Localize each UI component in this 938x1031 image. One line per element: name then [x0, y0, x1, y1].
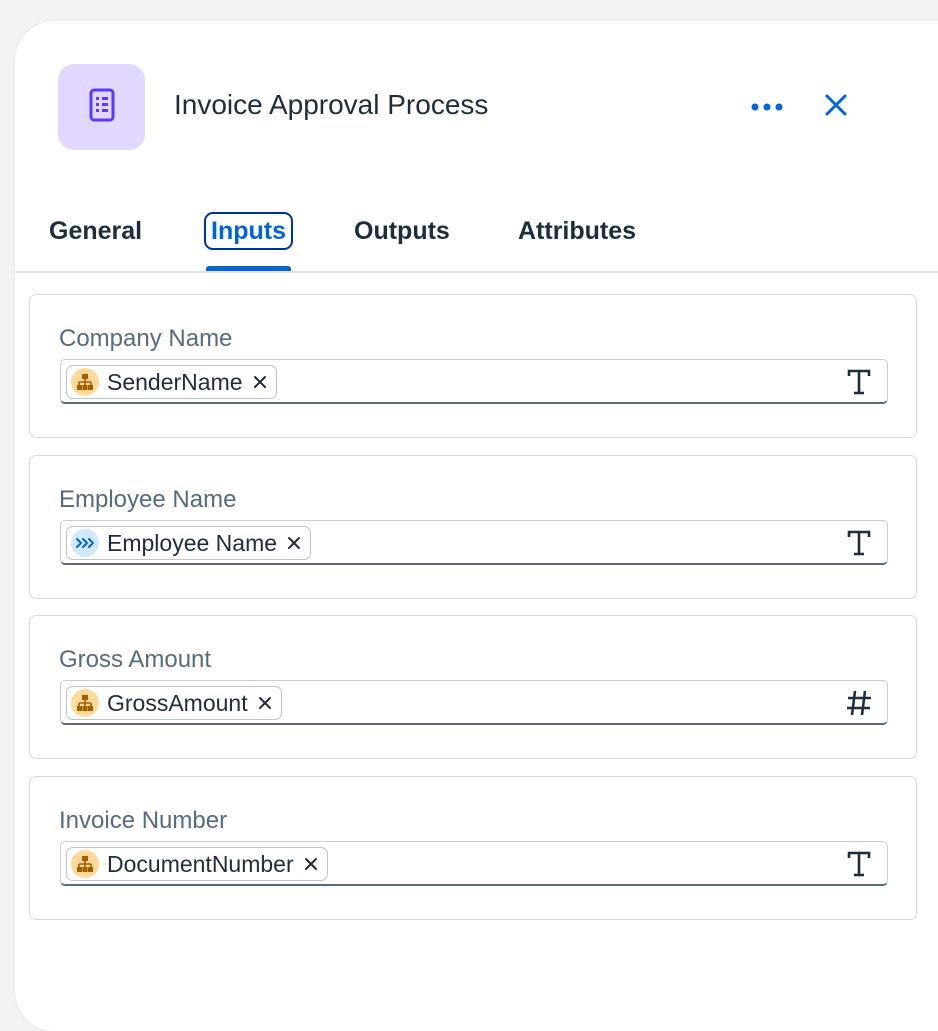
page-title: Invoice Approval Process	[174, 89, 489, 120]
text-type-icon	[843, 366, 875, 398]
tab-attributes[interactable]: Attributes	[518, 212, 636, 250]
token-label: SenderName	[107, 368, 243, 395]
remove-token-icon[interactable]	[256, 694, 274, 712]
text-type-icon	[843, 848, 875, 880]
form-document-icon	[89, 88, 115, 127]
tab-general[interactable]: General	[49, 212, 142, 250]
field-label: Employee Name	[59, 486, 237, 513]
gross-amount-input[interactable]: GrossAmount	[60, 680, 888, 725]
input-card-invoice-number: Invoice Number DocumentNumber	[29, 776, 917, 920]
more-dots-icon	[751, 98, 783, 116]
input-card-gross-amount: Gross Amount GrossAmount	[29, 615, 917, 759]
field-label: Invoice Number	[59, 807, 228, 834]
process-chevrons-icon	[71, 529, 99, 557]
number-type-icon	[843, 687, 875, 719]
remove-token-icon[interactable]	[251, 373, 269, 391]
company-name-input[interactable]: SenderName	[60, 359, 888, 404]
properties-panel: Invoice Approval Process General Inputs …	[15, 21, 938, 1031]
hierarchy-icon	[71, 850, 99, 878]
token-label: Employee Name	[107, 529, 278, 556]
hierarchy-icon	[71, 689, 99, 717]
mapped-token[interactable]: DocumentNumber	[66, 847, 328, 881]
mapped-token[interactable]: SenderName	[66, 365, 277, 399]
mapped-token[interactable]: Employee Name	[66, 526, 312, 560]
tab-inputs[interactable]: Inputs	[204, 212, 293, 250]
tab-outputs[interactable]: Outputs	[354, 212, 450, 250]
close-button[interactable]	[818, 89, 854, 125]
remove-token-icon[interactable]	[285, 534, 303, 552]
process-icon-tile	[58, 64, 145, 150]
token-label: GrossAmount	[107, 689, 248, 716]
remove-token-icon[interactable]	[302, 855, 320, 873]
close-icon	[825, 94, 847, 121]
more-options-button[interactable]	[746, 91, 788, 123]
token-label: DocumentNumber	[107, 850, 294, 877]
input-card-company-name: Company Name SenderName	[29, 294, 917, 438]
invoice-number-input[interactable]: DocumentNumber	[60, 841, 888, 886]
text-type-icon	[843, 527, 875, 559]
employee-name-input[interactable]: Employee Name	[60, 520, 888, 565]
input-card-employee-name: Employee Name Employee Name	[29, 455, 917, 599]
hierarchy-icon	[71, 368, 99, 396]
field-label: Company Name	[59, 325, 233, 352]
selected-tab-indicator	[206, 266, 291, 271]
tab-bar: General Inputs Outputs Attributes	[15, 207, 938, 273]
field-label: Gross Amount	[59, 646, 212, 673]
mapped-token[interactable]: GrossAmount	[66, 686, 282, 720]
